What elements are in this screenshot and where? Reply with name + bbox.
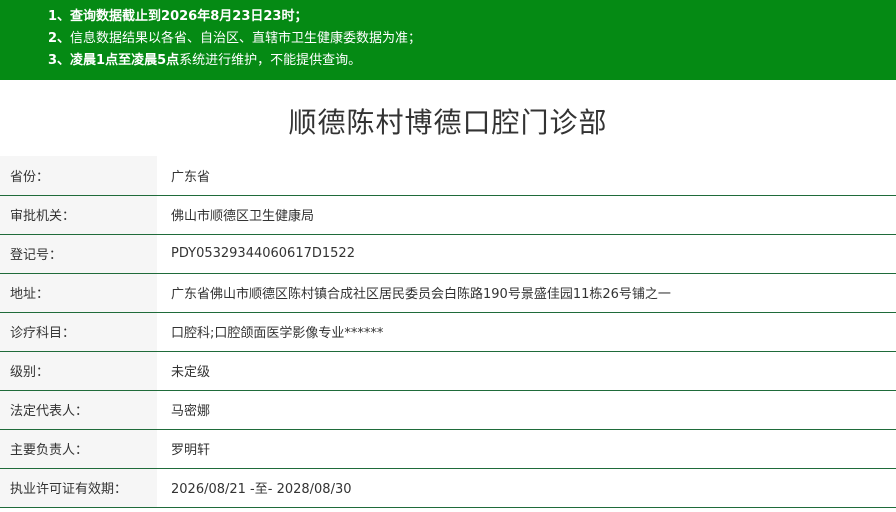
- notice-line-3-emphasis: 凌晨1点至凌晨5点: [70, 53, 180, 68]
- table-row: 地址： 广东省佛山市顺德区陈村镇合成社区居民委员会白陈路190号景盛佳园11栋2…: [0, 273, 896, 313]
- row-value: 佛山市顺德区卫生健康局: [157, 195, 896, 235]
- table-row: 省份： 广东省: [0, 156, 896, 196]
- notice-line-2: 2、信息数据结果以各省、自治区、直辖市卫生健康委数据为准；: [48, 28, 896, 50]
- table-row: 诊疗科目： 口腔科;口腔颌面医学影像专业******: [0, 312, 896, 352]
- notice-line-3-text: 系统进行维护，不能提供查询。: [179, 53, 362, 68]
- row-value: 口腔科;口腔颌面医学影像专业******: [157, 312, 896, 352]
- row-label: 级别：: [0, 351, 157, 391]
- notice-line-3: 3、凌晨1点至凌晨5点系统进行维护，不能提供查询。: [48, 50, 896, 72]
- row-value: 广东省: [157, 156, 896, 196]
- row-label: 主要负责人：: [0, 429, 157, 469]
- row-value: PDY05329344060617D1522: [157, 234, 896, 274]
- institution-info-table: 省份： 广东省 审批机关： 佛山市顺德区卫生健康局 登记号： PDY053293…: [0, 156, 896, 508]
- row-value: 2026/08/21 -至- 2028/08/30: [157, 468, 896, 508]
- notice-line-2-number: 2、: [48, 31, 71, 46]
- row-value: 广东省佛山市顺德区陈村镇合成社区居民委员会白陈路190号景盛佳园11栋26号铺之…: [157, 273, 896, 313]
- table-row: 法定代表人： 马密娜: [0, 390, 896, 430]
- notice-line-1-number: 1、: [48, 9, 71, 24]
- notice-line-1-text: 查询数据截止到2026年8月23日23时；: [70, 9, 308, 24]
- row-label: 审批机关：: [0, 195, 157, 235]
- row-label: 诊疗科目：: [0, 312, 157, 352]
- row-label: 省份：: [0, 156, 157, 196]
- row-value: 马密娜: [157, 390, 896, 430]
- page-title: 顺德陈村博德口腔门诊部: [288, 106, 608, 139]
- table-row: 执业许可证有效期： 2026/08/21 -至- 2028/08/30: [0, 468, 896, 508]
- notice-line-1: 1、查询数据截止到2026年8月23日23时；: [48, 6, 896, 28]
- row-label: 执业许可证有效期：: [0, 468, 157, 508]
- table-row: 登记号： PDY05329344060617D1522: [0, 234, 896, 274]
- notice-line-3-number: 3、: [48, 53, 71, 68]
- table-row: 主要负责人： 罗明轩: [0, 429, 896, 469]
- row-label: 地址：: [0, 273, 157, 313]
- row-value: 罗明轩: [157, 429, 896, 469]
- row-label: 法定代表人：: [0, 390, 157, 430]
- notice-banner: 1、查询数据截止到2026年8月23日23时； 2、信息数据结果以各省、自治区、…: [0, 0, 896, 80]
- notice-line-2-text: 信息数据结果以各省、自治区、直辖市卫生健康委数据为准；: [70, 31, 422, 46]
- row-label: 登记号：: [0, 234, 157, 274]
- table-row: 审批机关： 佛山市顺德区卫生健康局: [0, 195, 896, 235]
- table-row: 级别： 未定级: [0, 351, 896, 391]
- row-value: 未定级: [157, 351, 896, 391]
